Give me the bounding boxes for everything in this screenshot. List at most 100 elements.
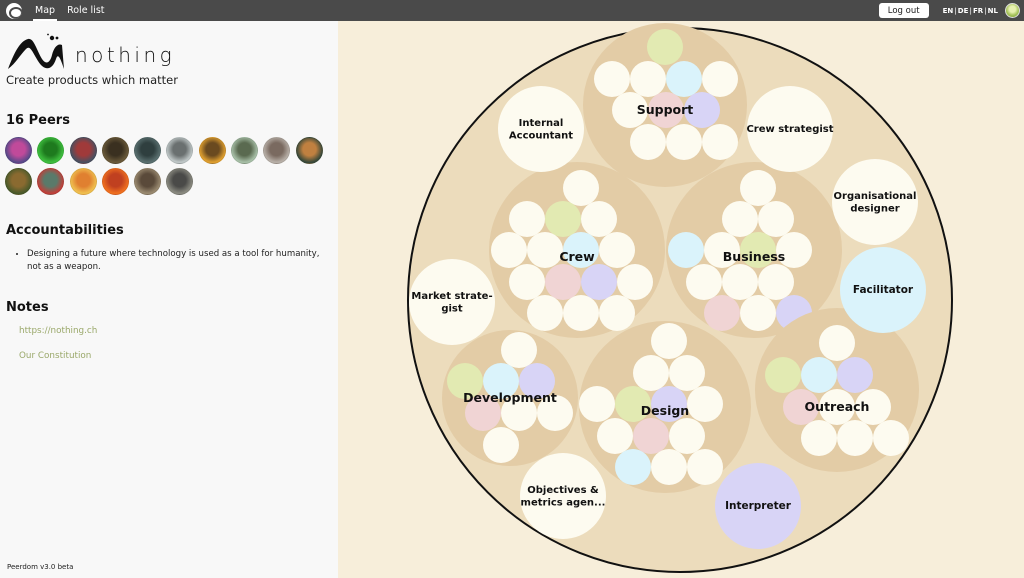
role-bubble[interactable]: [633, 355, 669, 391]
role-bubble[interactable]: [599, 295, 635, 331]
role-bubble[interactable]: [837, 420, 873, 456]
map-canvas[interactable]: Support Crew Business Development Design Outr…: [338, 21, 1024, 578]
lang-fr[interactable]: FR: [973, 7, 983, 15]
lang-nl[interactable]: NL: [988, 7, 998, 15]
role-bubble[interactable]: [509, 264, 545, 300]
role-bubble[interactable]: [801, 357, 837, 393]
role-bubble[interactable]: [740, 295, 776, 331]
separator: |: [984, 6, 987, 15]
role-market-strategist[interactable]: [409, 259, 495, 345]
role-bubble[interactable]: [615, 449, 651, 485]
peer-avatar[interactable]: [263, 137, 291, 164]
role-bubble[interactable]: [501, 332, 537, 368]
role-bubble[interactable]: [702, 124, 738, 160]
role-label-objectives-metrics-agen: Objectives & metrics agen...: [521, 485, 606, 509]
role-bubble[interactable]: [545, 201, 581, 237]
peer-avatar[interactable]: [69, 168, 97, 195]
peer-avatar[interactable]: [69, 137, 97, 164]
role-bubble[interactable]: [687, 386, 723, 422]
role-bubble[interactable]: [765, 357, 801, 393]
role-label-internal-accountant-line: Accountant: [509, 130, 573, 141]
role-label-interpreter: Interpreter: [725, 500, 792, 512]
role-bubble[interactable]: [630, 61, 666, 97]
role-bubble[interactable]: [594, 61, 630, 97]
role-bubble[interactable]: [837, 357, 873, 393]
peer-avatar[interactable]: [231, 137, 259, 164]
peer-avatar[interactable]: [101, 137, 129, 164]
role-internal-accountant[interactable]: [498, 86, 584, 172]
role-label-crew-strategist: Crew strategist: [746, 124, 833, 135]
tab-role-list[interactable]: Role list: [65, 0, 106, 21]
role-bubble[interactable]: [740, 170, 776, 206]
role-bubble[interactable]: [563, 170, 599, 206]
role-label-internal-accountant-line: Internal: [519, 118, 564, 129]
circle-label-outreach-line: Outreach: [805, 399, 870, 414]
role-bubble[interactable]: [509, 201, 545, 237]
role-bubble[interactable]: [599, 232, 635, 268]
role-bubble[interactable]: [527, 295, 563, 331]
role-bubble[interactable]: [581, 201, 617, 237]
circle-label-development: Development: [463, 390, 557, 405]
peer-avatar[interactable]: [134, 137, 162, 164]
role-bubble[interactable]: [483, 427, 519, 463]
peers-list: [5, 137, 335, 199]
peer-avatar[interactable]: [37, 137, 65, 164]
peer-avatar[interactable]: [166, 168, 194, 195]
lang-en[interactable]: EN: [943, 7, 954, 15]
role-bubble[interactable]: [704, 295, 740, 331]
role-bubble[interactable]: [666, 124, 702, 160]
logout-button[interactable]: Log out: [878, 3, 929, 18]
peer-avatar[interactable]: [5, 137, 32, 164]
role-bubble[interactable]: [597, 418, 633, 454]
role-bubble[interactable]: [651, 323, 687, 359]
role-bubble[interactable]: [651, 449, 687, 485]
role-bubble[interactable]: [617, 264, 653, 300]
peer-avatar[interactable]: [198, 137, 226, 164]
role-bubble[interactable]: [581, 264, 617, 300]
peerdom-logo-icon[interactable]: [6, 2, 22, 19]
peer-avatar[interactable]: [37, 168, 65, 195]
peer-avatar[interactable]: [166, 137, 194, 164]
role-bubble[interactable]: [666, 61, 702, 97]
role-label-market-strategist-line: gist: [441, 303, 463, 314]
role-bubble[interactable]: [579, 386, 615, 422]
role-objectives-metrics-agen[interactable]: [520, 453, 606, 539]
role-bubble[interactable]: [563, 295, 599, 331]
circle-label-support: Support: [637, 102, 694, 117]
peer-avatar[interactable]: [5, 168, 32, 195]
tab-map[interactable]: Map: [33, 0, 58, 21]
role-bubble[interactable]: [527, 232, 563, 268]
role-bubble[interactable]: [722, 264, 758, 300]
role-label-market-strategist-line: Market strate-: [411, 291, 492, 302]
role-bubble[interactable]: [722, 201, 758, 237]
role-bubble[interactable]: [687, 449, 723, 485]
role-bubble[interactable]: [819, 325, 855, 361]
role-bubble[interactable]: [758, 201, 794, 237]
separator: |: [969, 6, 972, 15]
role-bubble[interactable]: [669, 355, 705, 391]
role-bubble[interactable]: [668, 232, 704, 268]
user-avatar[interactable]: [1005, 3, 1020, 18]
role-bubble[interactable]: [491, 232, 527, 268]
role-bubble[interactable]: [647, 29, 683, 65]
role-bubble[interactable]: [686, 264, 722, 300]
role-bubble[interactable]: [758, 264, 794, 300]
role-label-organisational-designer-line: designer: [850, 203, 899, 214]
lang-de[interactable]: DE: [958, 7, 969, 15]
role-bubble[interactable]: [669, 418, 705, 454]
role-bubble[interactable]: [702, 61, 738, 97]
peer-avatar[interactable]: [101, 168, 129, 195]
note-link-constitution[interactable]: Our Constitution: [19, 351, 91, 361]
role-bubble[interactable]: [633, 418, 669, 454]
organisation-map[interactable]: Support Crew Business Development Design Outr…: [338, 21, 1024, 578]
role-organisational-designer[interactable]: [832, 159, 918, 245]
peer-avatar[interactable]: [295, 137, 323, 164]
role-bubble[interactable]: [873, 420, 909, 456]
peer-avatar[interactable]: [134, 168, 162, 195]
note-link-website[interactable]: https://nothing.ch: [19, 326, 97, 336]
role-bubble[interactable]: [545, 264, 581, 300]
language-switcher: EN | DE | FR | NL: [943, 7, 998, 15]
role-bubble[interactable]: [630, 124, 666, 160]
role-bubble[interactable]: [801, 420, 837, 456]
nothing-logo-icon: [8, 33, 64, 69]
